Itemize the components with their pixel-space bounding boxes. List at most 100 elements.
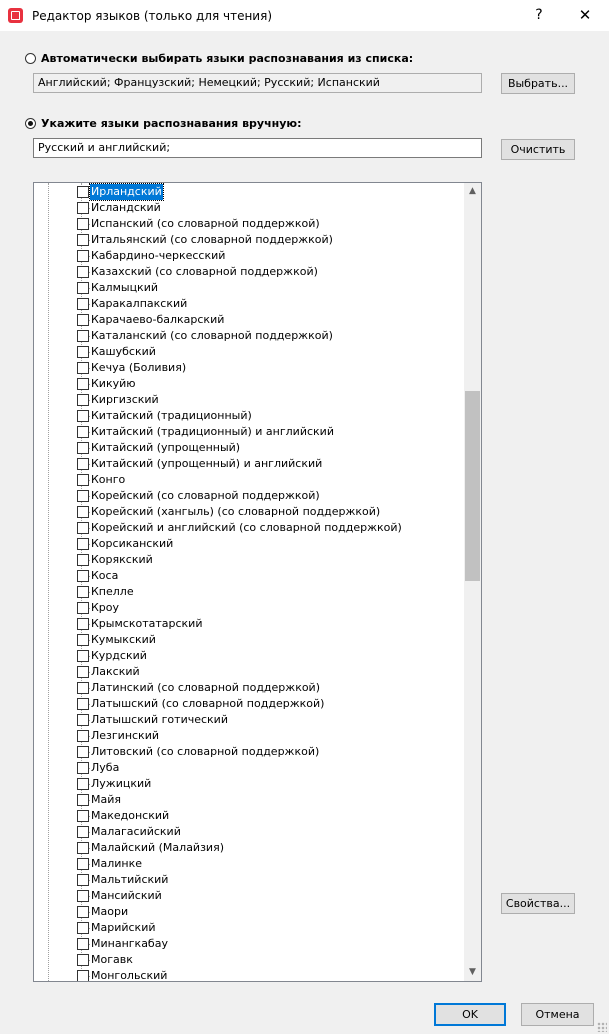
list-item[interactable]: Карачаево-балкарский [34,312,464,328]
cancel-button[interactable]: Отмена [521,1003,594,1026]
list-item[interactable]: Корсиканский [34,536,464,552]
language-checkbox[interactable] [77,970,89,981]
language-checkbox[interactable] [77,826,89,838]
list-item[interactable]: Марийский [34,920,464,936]
resize-grip-icon[interactable] [597,1022,607,1032]
list-item[interactable]: Китайский (упрощенный) и английский [34,456,464,472]
language-checkbox[interactable] [77,330,89,342]
list-item[interactable]: Кпелле [34,584,464,600]
list-item[interactable]: Малагасийский [34,824,464,840]
language-tree-list[interactable]: Ирландский Исландский Испанский (со словар… [33,182,482,982]
list-item[interactable]: Каракалпакский [34,296,464,312]
language-checkbox[interactable] [77,682,89,694]
language-checkbox[interactable] [77,954,89,966]
list-item[interactable]: Китайский (упрощенный) [34,440,464,456]
list-item[interactable]: Лезгинский [34,728,464,744]
list-item[interactable]: Мансийский [34,888,464,904]
language-checkbox[interactable] [77,810,89,822]
language-checkbox[interactable] [77,762,89,774]
language-checkbox[interactable] [77,314,89,326]
list-item[interactable]: Латышский готический [34,712,464,728]
language-checkbox[interactable] [77,202,89,214]
manual-select-radio[interactable] [25,118,36,129]
language-checkbox[interactable] [77,522,89,534]
language-checkbox[interactable] [77,506,89,518]
language-checkbox[interactable] [77,842,89,854]
list-item[interactable]: Испанский (со словарной поддержкой) [34,216,464,232]
list-item[interactable]: Курдский [34,648,464,664]
list-item[interactable]: Кашубский [34,344,464,360]
list-item[interactable]: Итальянский (со словарной поддержкой) [34,232,464,248]
language-checkbox[interactable] [77,570,89,582]
help-button[interactable]: ? [516,0,562,31]
manual-languages-field[interactable]: Русский и английский; [33,138,482,158]
language-checkbox[interactable] [77,362,89,374]
list-item[interactable]: Крымскотатарский [34,616,464,632]
list-item[interactable]: Кабардино-черкесский [34,248,464,264]
list-item[interactable]: Монгольский [34,968,464,981]
language-checkbox[interactable] [77,858,89,870]
list-item[interactable]: Кроу [34,600,464,616]
language-checkbox[interactable] [77,906,89,918]
list-item[interactable]: Корейский и английский (со словарной под… [34,520,464,536]
scroll-down-arrow-icon[interactable]: ▼ [464,964,481,981]
list-item[interactable]: Малинке [34,856,464,872]
list-item[interactable]: Каталанский (со словарной поддержкой) [34,328,464,344]
language-checkbox[interactable] [77,234,89,246]
list-item[interactable]: Коса [34,568,464,584]
language-checkbox[interactable] [77,746,89,758]
list-item[interactable]: Могавк [34,952,464,968]
list-item[interactable]: Майя [34,792,464,808]
language-checkbox[interactable] [77,346,89,358]
list-item[interactable]: Ирландский [34,183,464,201]
ok-button[interactable]: OK [434,1003,506,1026]
language-checkbox[interactable] [77,794,89,806]
list-item[interactable]: Мальтийский [34,872,464,888]
properties-button[interactable]: Свойства... [501,893,575,914]
list-item[interactable]: Калмыцкий [34,280,464,296]
list-item[interactable]: Минангкабау [34,936,464,952]
list-item[interactable]: Македонский [34,808,464,824]
language-checkbox[interactable] [77,634,89,646]
language-checkbox[interactable] [77,730,89,742]
list-item[interactable]: Казахский (со словарной поддержкой) [34,264,464,280]
clear-button[interactable]: Очистить [501,139,575,160]
list-item[interactable]: Маори [34,904,464,920]
language-checkbox[interactable] [77,250,89,262]
language-checkbox[interactable] [77,474,89,486]
language-checkbox[interactable] [77,714,89,726]
language-checkbox[interactable] [77,890,89,902]
language-checkbox[interactable] [77,938,89,950]
list-item[interactable]: Киргизский [34,392,464,408]
language-checkbox[interactable] [77,602,89,614]
scroll-thumb[interactable] [465,391,480,581]
language-checkbox[interactable] [77,698,89,710]
language-checkbox[interactable] [77,650,89,662]
vertical-scrollbar[interactable]: ▲ ▼ [464,183,481,981]
list-item[interactable]: Исландский [34,200,464,216]
list-item[interactable]: Малайский (Малайзия) [34,840,464,856]
list-item[interactable]: Лужицкий [34,776,464,792]
language-checkbox[interactable] [77,922,89,934]
language-checkbox[interactable] [77,458,89,470]
language-checkbox[interactable] [77,378,89,390]
list-item[interactable]: Луба [34,760,464,776]
language-checkbox[interactable] [77,554,89,566]
list-item[interactable]: Корякский [34,552,464,568]
list-item[interactable]: Кумыкский [34,632,464,648]
list-item[interactable]: Латышский (со словарной поддержкой) [34,696,464,712]
choose-button[interactable]: Выбрать... [501,73,575,94]
language-checkbox[interactable] [77,778,89,790]
language-checkbox[interactable] [77,442,89,454]
language-checkbox[interactable] [77,538,89,550]
list-item[interactable]: Кикуйю [34,376,464,392]
list-item[interactable]: Конго [34,472,464,488]
language-checkbox[interactable] [77,426,89,438]
language-checkbox[interactable] [77,186,89,198]
list-item[interactable]: Корейский (со словарной поддержкой) [34,488,464,504]
list-item[interactable]: Китайский (традиционный) [34,408,464,424]
language-checkbox[interactable] [77,218,89,230]
language-checkbox[interactable] [77,394,89,406]
list-item[interactable]: Кечуа (Боливия) [34,360,464,376]
language-checkbox[interactable] [77,874,89,886]
